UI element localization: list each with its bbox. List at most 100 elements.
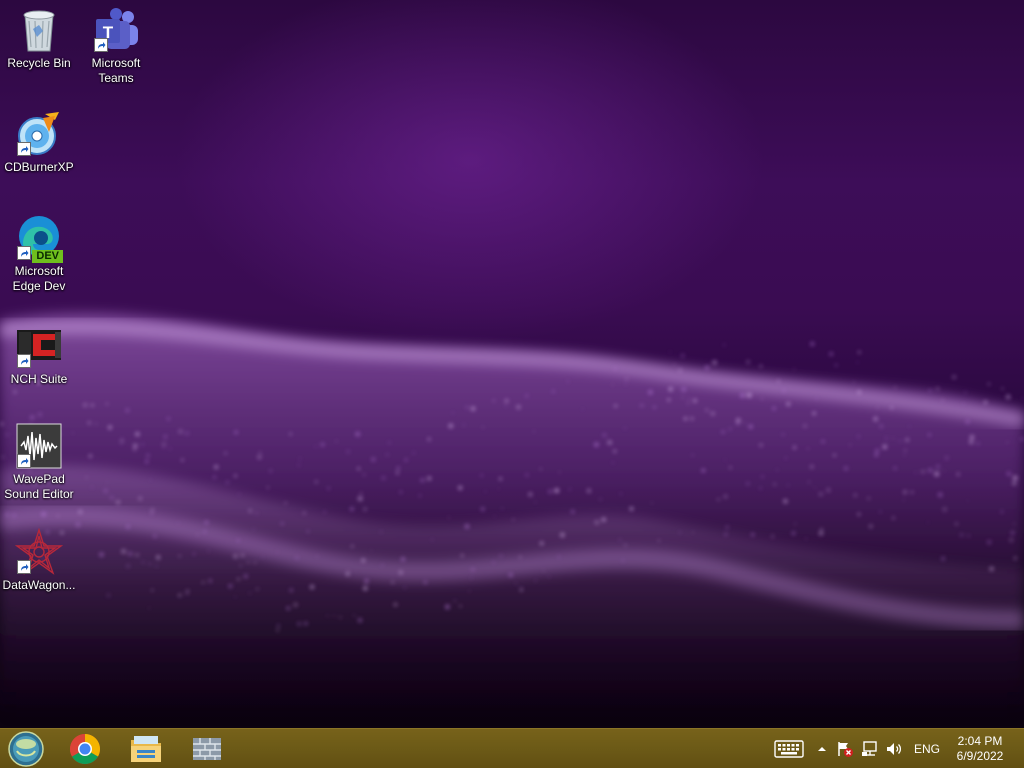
wallpaper-particle xyxy=(237,577,240,581)
wallpaper-particle xyxy=(214,464,219,470)
taskbar-clock[interactable]: 2:04 PM 6/9/2022 xyxy=(950,734,1010,764)
wallpaper-particle xyxy=(146,453,150,457)
network-button[interactable] xyxy=(860,735,880,763)
desktop-icon-recycle-bin[interactable]: Recycle Bin xyxy=(1,6,77,71)
wallpaper-particle xyxy=(178,593,182,597)
wallpaper-particle xyxy=(614,404,618,408)
taskbar-file-explorer-button[interactable] xyxy=(121,731,171,767)
taskbar-firewall-button[interactable] xyxy=(182,731,232,767)
wallpaper-particle xyxy=(453,599,456,602)
wallpaper-particle xyxy=(935,464,941,469)
wallpaper-particle xyxy=(314,480,318,484)
desktop-icon-cdburnerxp[interactable]: CDBurnerXP xyxy=(1,110,77,175)
action-center-button[interactable] xyxy=(835,735,855,763)
wallpaper-particle xyxy=(611,384,614,386)
taskbar-chrome-button[interactable] xyxy=(60,731,110,767)
wallpaper-particle xyxy=(736,418,741,423)
start-button[interactable] xyxy=(7,731,45,767)
wallpaper-particle xyxy=(240,553,245,558)
wallpaper-particle xyxy=(547,489,553,494)
wallpaper-particle xyxy=(892,437,895,440)
shortcut-arrow-icon xyxy=(17,354,31,368)
wallpaper-particle xyxy=(345,572,350,576)
wallpaper-particle xyxy=(364,579,369,584)
wallpaper-particle xyxy=(611,461,614,464)
wallpaper-particle xyxy=(361,558,366,563)
wallpaper-particle xyxy=(667,398,671,402)
wallpaper-particle xyxy=(601,517,606,522)
desktop-icon-microsoft-teams[interactable]: T Microsoft Teams xyxy=(78,6,154,86)
wavepad-icon xyxy=(15,422,63,470)
wallpaper-particle xyxy=(1005,394,1011,400)
wallpaper-particle xyxy=(691,454,694,457)
wallpaper-particle xyxy=(910,490,914,494)
show-hidden-icons-button[interactable] xyxy=(814,735,830,763)
wallpaper-particle xyxy=(876,406,879,409)
desktop-icon-nch-suite[interactable]: NCH Suite xyxy=(1,322,77,387)
wallpaper-particle xyxy=(95,422,98,425)
wallpaper-particle xyxy=(951,374,957,380)
wallpaper-particle xyxy=(539,468,542,470)
volume-button[interactable] xyxy=(884,735,904,763)
wallpaper-particle xyxy=(106,480,109,483)
wallpaper-particle xyxy=(776,468,779,472)
touch-keyboard-icon xyxy=(774,740,804,758)
wallpaper-particle xyxy=(781,388,786,393)
wallpaper-particle xyxy=(964,390,968,394)
wallpaper-particle xyxy=(834,364,838,367)
wallpaper-particle xyxy=(519,555,522,559)
wallpaper-particle xyxy=(339,615,342,619)
wallpaper-particle xyxy=(385,453,389,457)
wallpaper-particle xyxy=(893,466,897,470)
wallpaper-particle xyxy=(12,513,16,517)
wallpaper-particle xyxy=(746,393,752,398)
wallpaper-particle xyxy=(141,443,144,446)
language-indicator[interactable]: ENG xyxy=(910,735,944,763)
wallpaper-particle xyxy=(786,402,791,407)
wallpaper-particle xyxy=(760,397,764,401)
touch-keyboard-button[interactable] xyxy=(772,735,806,763)
wallpaper-particle xyxy=(777,379,780,383)
desktop-icon-datawagon[interactable]: DataWagon... xyxy=(1,528,77,593)
wallpaper-particle xyxy=(875,448,880,453)
wallpaper-particle xyxy=(650,502,653,505)
wallpaper-particle xyxy=(1010,531,1015,535)
desktop-icon-microsoft-edge-dev[interactable]: DEV Microsoft Edge Dev xyxy=(1,214,77,294)
wallpaper-particle xyxy=(723,494,728,499)
wallpaper-particle xyxy=(353,614,355,617)
wallpaper-particle xyxy=(228,584,233,589)
wallpaper-particle xyxy=(965,419,970,424)
wallpaper-particle xyxy=(246,560,250,564)
wallpaper-particle xyxy=(1020,437,1024,441)
wallpaper-particle xyxy=(362,473,366,476)
wallpaper-particle xyxy=(381,475,386,481)
wallpaper-particle xyxy=(347,569,350,571)
wallpaper-particle xyxy=(90,486,94,489)
wallpaper-particle xyxy=(418,494,421,497)
wallpaper-particle xyxy=(103,488,108,493)
wallpaper-particle xyxy=(533,430,535,433)
wallpaper-particle xyxy=(928,468,933,473)
wallpaper-particle xyxy=(184,431,190,436)
show-hidden-icons-arrow xyxy=(818,747,826,751)
action-center-flag-icon xyxy=(838,742,853,757)
wallpaper-particle xyxy=(431,538,434,542)
wallpaper-particle xyxy=(967,534,971,538)
wallpaper-particle xyxy=(1012,475,1018,481)
wallpaper-particle xyxy=(508,573,513,577)
wallpaper-particle xyxy=(224,451,227,455)
wallpaper-particle xyxy=(905,438,909,442)
wallpaper-particle xyxy=(826,487,831,493)
wallpaper-particle xyxy=(759,364,763,368)
wallpaper-particle xyxy=(759,443,763,447)
wallpaper-particle xyxy=(452,412,454,414)
wallpaper-particle xyxy=(751,533,755,537)
wallpaper-particle xyxy=(90,403,94,407)
wallpaper-particle xyxy=(357,496,363,501)
wallpaper-particle xyxy=(602,433,607,437)
desktop-icon-wavepad[interactable]: WavePad Sound Editor xyxy=(1,422,77,502)
wallpaper-particle xyxy=(110,496,114,500)
wallpaper-particle xyxy=(520,587,523,589)
wallpaper-particle xyxy=(153,534,157,538)
desktop-icon-label: Microsoft Edge Dev xyxy=(12,264,66,293)
